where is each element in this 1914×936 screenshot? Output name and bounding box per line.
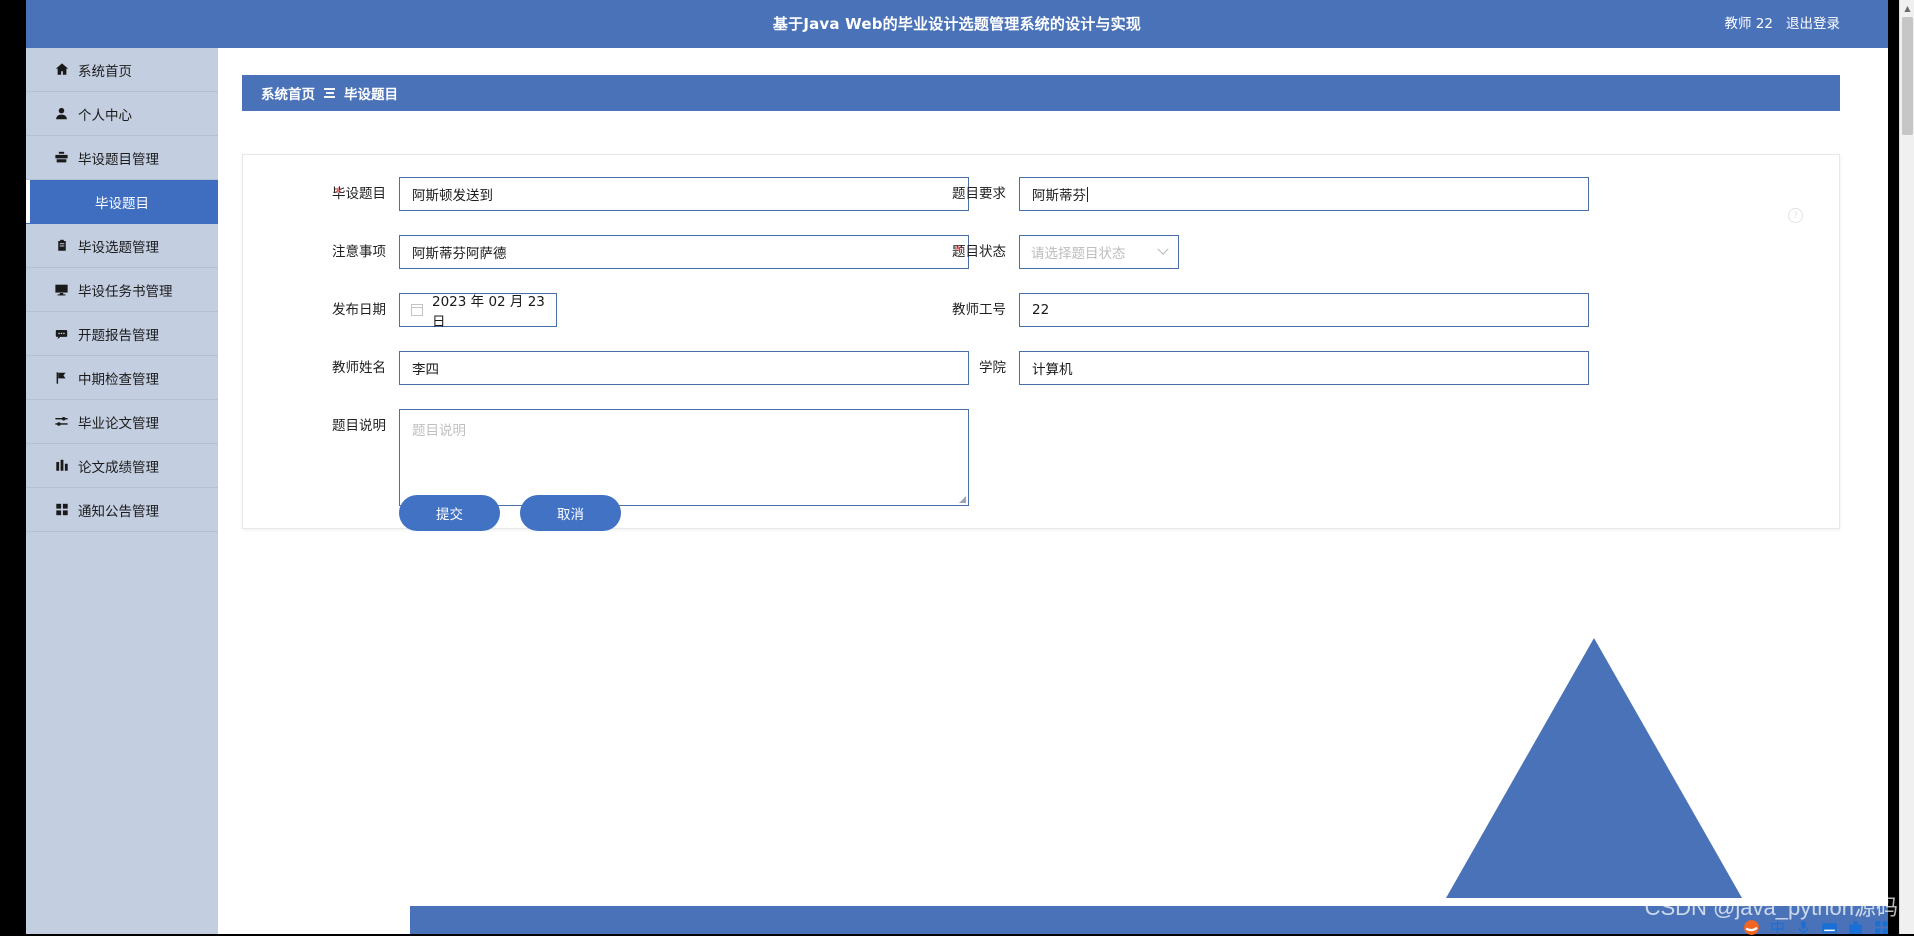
field-label: 学院 [899,351,1019,385]
sliders-icon [54,414,69,429]
scrollbar-thumb[interactable] [1902,17,1913,135]
footer-strip [410,906,1888,934]
field-topic-description: 题目说明 题目说明 [279,409,969,506]
scroll-up-arrow-icon[interactable]: ▲ [1900,0,1914,16]
field-college: 学院 计算机 [899,351,1589,385]
sidebar-item-midterm-manage[interactable]: 中期检查管理 [26,356,218,400]
monitor-icon [54,282,69,297]
field-topic-requirement: 题目要求 阿斯蒂芬 [899,177,1589,211]
form-column-right: 题目要求 阿斯蒂芬 题目状态 请选择题目状态 教师工号 22 [899,177,1589,409]
field-publish-date: 发布日期 2023 年 02 月 23 日 [279,293,969,327]
field-label: 毕设题目 [279,177,399,211]
sidebar-nav: 系统首页 个人中心 毕设题目管理 毕设题目 毕设选题管理 [26,48,218,934]
field-topic-status: 题目状态 请选择题目状态 [899,235,1589,269]
sidebar-item-notice-manage[interactable]: 通知公告管理 [26,488,218,532]
flag-icon [54,370,69,385]
app-window: 基于Java Web的毕业设计选题管理系统的设计与实现 教师 22 退出登录 系… [26,0,1888,934]
breadcrumb-home[interactable]: 系统首页 [261,83,315,103]
cancel-button[interactable]: 取消 [520,495,621,531]
field-label: 题目要求 [899,177,1019,211]
sidebar-item-label: 个人中心 [78,104,132,124]
sidebar-item-label: 开题报告管理 [78,324,159,344]
sidebar-item-label: 中期检查管理 [78,368,159,388]
chevron-down-icon [1157,244,1168,255]
field-label: 教师工号 [899,293,1019,327]
user-icon [54,106,69,121]
sidebar-item-task-manage[interactable]: 毕设任务书管理 [26,268,218,312]
breadcrumb-current: 毕设题目 [344,83,398,103]
sidebar-item-label: 毕设选题管理 [78,236,159,256]
field-notes: 注意事项 阿斯蒂芬阿萨德 [279,235,969,269]
clipboard-icon [54,238,69,253]
calendar-icon [411,304,423,316]
header-user-area: 教师 22 退出登录 [1725,0,1840,48]
decorative-triangle [1446,638,1742,898]
sidebar-item-label: 系统首页 [78,60,132,80]
field-label: 教师姓名 [279,351,399,385]
current-user-label: 教师 22 [1725,0,1773,48]
topic-status-placeholder: 请选择题目状态 [1031,242,1126,262]
sidebar-footer [26,906,218,934]
sidebar-item-thesis-manage[interactable]: 毕业论文管理 [26,400,218,444]
sidebar-item-label: 论文成绩管理 [78,456,159,476]
sidebar-item-proposal-manage[interactable]: 开题报告管理 [26,312,218,356]
form-actions: 提交 取消 [399,495,621,531]
publish-date-picker[interactable]: 2023 年 02 月 23 日 [399,293,557,327]
sidebar-item-profile[interactable]: 个人中心 [26,92,218,136]
sidebar-item-topic-manage[interactable]: 毕设题目管理 [26,136,218,180]
sidebar-item-label: 毕设题目 [95,192,149,212]
topic-description-textarea[interactable]: 题目说明 [399,409,969,506]
comment-icon [54,326,69,341]
field-label: 题目说明 [279,409,399,443]
breadcrumb: 系统首页 毕设题目 [242,75,1840,111]
sidebar-item-label: 毕设题目管理 [78,148,159,168]
sidebar-item-topic[interactable]: 毕设题目 [26,180,218,224]
teacher-name-input[interactable]: 李四 [399,351,969,385]
field-label: 注意事项 [279,235,399,269]
logout-link[interactable]: 退出登录 [1786,0,1840,48]
teacher-number-input[interactable]: 22 [1019,293,1589,327]
top-header: 基于Java Web的毕业设计选题管理系统的设计与实现 教师 22 退出登录 [26,0,1888,48]
sidebar-item-label: 毕业论文管理 [78,412,159,432]
sidebar-item-label: 通知公告管理 [78,500,159,520]
submit-button[interactable]: 提交 [399,495,500,531]
sidebar-item-selection-manage[interactable]: 毕设选题管理 [26,224,218,268]
notes-input[interactable]: 阿斯蒂芬阿萨德 [399,235,969,269]
field-label: 题目状态 [899,235,1019,269]
grid-icon [54,502,69,517]
window-scrollbar[interactable]: ▲ [1899,0,1914,934]
sidebar-item-grade-manage[interactable]: 论文成绩管理 [26,444,218,488]
field-teacher-number: 教师工号 22 [899,293,1589,327]
topic-status-select[interactable]: 请选择题目状态 [1019,235,1179,269]
publish-date-value: 2023 年 02 月 23 日 [432,290,545,330]
topic-title-input[interactable]: 阿斯顿发送到 [399,177,969,211]
college-input[interactable]: 计算机 [1019,351,1589,385]
sidebar-item-label: 毕设任务书管理 [78,280,173,300]
form-column-left: 毕设题目 阿斯顿发送到 注意事项 阿斯蒂芬阿萨德 发布日期 2023 年 02 … [279,177,969,530]
help-circle-icon[interactable]: ? [1788,208,1803,223]
field-label: 发布日期 [279,293,399,327]
field-teacher-name: 教师姓名 李四 [279,351,969,385]
briefcase-icon [54,150,69,165]
sidebar-item-home[interactable]: 系统首页 [26,48,218,92]
breadcrumb-separator-icon [324,88,335,98]
app-title: 基于Java Web的毕业设计选题管理系统的设计与实现 [26,0,1888,48]
chart-bar-icon [54,458,69,473]
topic-form-card: ? 毕设题目 阿斯顿发送到 注意事项 阿斯蒂芬阿萨德 发布日期 [242,154,1840,529]
field-topic-title: 毕设题目 阿斯顿发送到 [279,177,969,211]
topic-requirement-input[interactable]: 阿斯蒂芬 [1019,177,1589,211]
main-content: 系统首页 毕设题目 ? 毕设题目 阿斯顿发送到 注意事项 阿斯蒂芬阿萨德 [218,48,1888,934]
home-icon [54,62,69,77]
